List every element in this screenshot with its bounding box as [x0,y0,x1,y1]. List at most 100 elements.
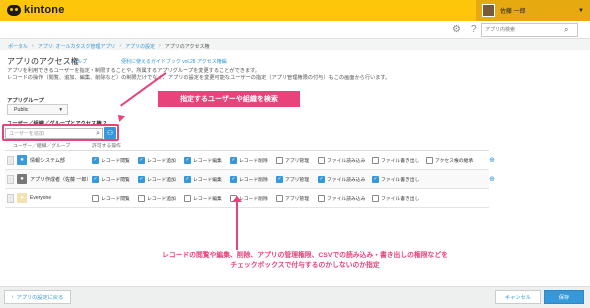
app-search-input[interactable] [482,24,564,36]
permission-list: ✓ レコード閲覧 ✓ レコード追加 ✓ レコード編集 ✓ レコード削除 アプリ管理 ファイル読み込… [92,156,489,164]
permission-checkbox[interactable]: ✓ [92,156,99,164]
permission-label: レコード編集 [193,196,222,202]
permission-option[interactable]: ✓ レコード編集 [184,175,230,183]
drag-handle-icon[interactable]: ⋮ [7,193,14,203]
permission-checkbox[interactable]: ✓ [230,156,237,164]
permission-label: レコード削除 [239,196,268,202]
permission-option[interactable]: ファイル読み込み [318,156,372,164]
kintone-logo[interactable]: kintone [7,4,65,16]
permission-checkbox[interactable] [276,194,283,202]
entity-name: 情報システム部 [30,157,65,164]
table-row: ⋮ ● Everyone レコード閲覧 レコード追加 レコード編集 レコード削除 アプリ管理 フ… [5,189,489,208]
permission-option[interactable]: ✓ レコード削除 [230,156,276,164]
entity-icon: ● [17,155,27,165]
permission-option[interactable]: ✓ ファイル読み込み [318,175,372,183]
breadcrumb-current: アプリのアクセス権 [164,44,210,50]
permission-checkbox[interactable]: ✓ [184,156,191,164]
permission-option[interactable]: レコード閲覧 [92,194,138,202]
column-header-entity: ユーザー／組織／グループ [13,144,71,149]
permission-checkbox[interactable] [184,194,191,202]
search-icon[interactable]: ⌕ [564,25,568,35]
user-name: 佐藤 一郎 [500,9,526,15]
permission-label: レコード編集 [193,177,222,183]
chevron-left-icon: ‹ [11,294,14,300]
permission-checkbox[interactable] [92,194,99,202]
permission-option[interactable]: ✓ レコード閲覧 [92,175,138,183]
permission-label: レコード閲覧 [101,177,130,183]
permission-label: ファイル読み込み [327,196,366,202]
column-header-permissions: 許可する操作 [92,144,121,149]
guidebook-link[interactable]: 便利に使えるガイドブック vol.28 アクセス権編 [121,58,227,65]
permission-checkbox[interactable]: ✓ [372,175,379,183]
permission-checkbox[interactable]: ✓ [230,175,237,183]
permission-checkbox[interactable] [276,156,283,164]
highlight-box [2,124,119,141]
permission-checkbox[interactable]: ✓ [318,175,325,183]
callout-arrow [236,200,238,250]
description-line: アプリを利用できるユーザーを指定・制限することや、所属するアプリグループを変更す… [7,68,260,74]
permission-checkbox[interactable] [372,194,379,202]
row-entity: ⋮ ● アプリ作成者（佐藤 一郎） [5,174,92,184]
add-row-icon[interactable]: ⊕ [489,175,495,183]
permission-option[interactable]: ✓ レコード編集 [184,156,230,164]
drag-handle-icon[interactable]: ⋮ [7,174,14,184]
permission-checkbox[interactable] [426,156,433,164]
table-row: ⋮ ● 情報システム部 ✓ レコード閲覧 ✓ レコード追加 ✓ レコード編集 ✓ レコード削除 アプリ… [5,151,495,170]
save-button[interactable]: 保存 [544,290,584,304]
permission-option[interactable]: ファイル読み込み [318,194,372,202]
row-entity: ⋮ ● Everyone [5,193,92,203]
permission-label: ファイル書き出し [381,196,420,202]
access-table: ユーザー／組織／グループ 許可する操作 ⋮ ● 情報システム部 ✓ レコード閲覧 ✓ レコー… [5,142,495,208]
permission-label: レコード閲覧 [101,158,130,164]
permission-label: ファイル書き出し [381,158,420,164]
permission-checkbox[interactable]: ✓ [92,175,99,183]
breadcrumb-app[interactable]: アプリ: オールカタスク管理アプリ [38,43,116,50]
app-group-select[interactable]: Public ▾ [7,104,68,115]
permission-checkbox[interactable] [138,194,145,202]
help-icon[interactable]: ? [471,24,477,35]
permission-option[interactable]: アプリ管理 [276,156,318,164]
permission-option[interactable]: ✓ アプリ管理 [276,175,318,183]
breadcrumb-portal[interactable]: ポータル [8,43,28,50]
breadcrumb-app-settings[interactable]: アプリの設定 [125,43,155,50]
callout-line: チェックボックスで付与するのかしないのか指定 [230,262,380,269]
permission-option[interactable]: アプリ管理 [276,194,318,202]
cancel-button[interactable]: キャンセル [495,290,541,304]
callout-text: レコードの閲覧や編集、削除、アプリの管理権限、CSVでの読み込み・書き出しの権限… [123,251,487,271]
permission-checkbox[interactable] [318,156,325,164]
gear-icon[interactable]: ⚙ [452,24,461,35]
permission-option[interactable]: ✓ レコード追加 [138,156,184,164]
permission-option[interactable]: ファイル書き出し [372,194,426,202]
permission-option[interactable]: ファイル書き出し [372,156,426,164]
app-group-value: Public [14,106,29,113]
permission-checkbox[interactable]: ✓ [138,156,145,164]
user-menu[interactable]: 佐藤 一郎 ▼ [476,0,590,21]
permission-option[interactable]: ✓ レコード閲覧 [92,156,138,164]
permission-checkbox[interactable]: ✓ [276,175,283,183]
permission-label: レコード追加 [147,158,176,164]
permission-list: ✓ レコード閲覧 ✓ レコード追加 ✓ レコード編集 ✓ レコード削除 ✓ アプリ管理 ✓ ファイル読… [92,175,489,183]
permission-label: レコード削除 [239,177,268,183]
app-group-label: アプリグループ [7,98,44,104]
permission-option[interactable]: ✓ レコード追加 [138,175,184,183]
avatar [482,4,495,17]
permission-label: アプリ管理 [285,177,309,183]
permission-option[interactable]: ✓ ファイル書き出し [372,175,426,183]
permission-option[interactable]: アクセス権の継承 [426,156,484,164]
permission-label: レコード閲覧 [101,196,130,202]
add-row-icon[interactable]: ⊕ [489,156,495,164]
permission-label: アプリ管理 [285,196,309,202]
permission-label: アクセス権の継承 [435,158,474,164]
permission-checkbox[interactable] [318,194,325,202]
permission-option[interactable]: レコード編集 [184,194,230,202]
permission-checkbox[interactable]: ✓ [138,175,145,183]
permission-checkbox[interactable] [372,156,379,164]
entity-icon: ● [17,174,27,184]
breadcrumb: ポータル › アプリ: オールカタスク管理アプリ › アプリの設定 › アプリの… [8,43,209,50]
drag-handle-icon[interactable]: ⋮ [7,155,14,165]
permission-checkbox[interactable]: ✓ [184,175,191,183]
permission-option[interactable]: レコード追加 [138,194,184,202]
back-to-settings-button[interactable]: ‹ アプリの設定に戻る [4,290,71,304]
help-link[interactable]: ヘルプ [72,58,87,65]
permission-option[interactable]: ✓ レコード削除 [230,175,276,183]
